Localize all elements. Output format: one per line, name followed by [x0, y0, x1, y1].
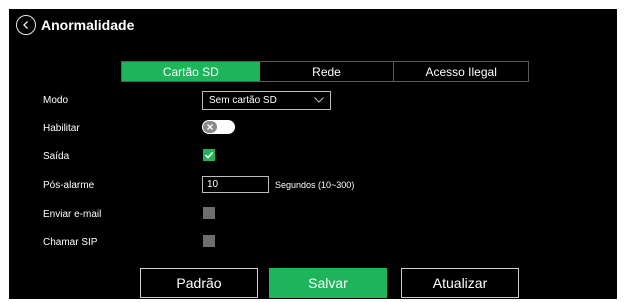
save-button[interactable]: Salvar	[269, 268, 387, 298]
mode-select[interactable]: Sem cartão SD	[202, 91, 331, 110]
chevron-left-icon	[23, 21, 28, 29]
panel-header: Anormalidade	[9, 9, 617, 41]
page-title: Anormalidade	[41, 17, 135, 33]
checkmark-icon	[204, 151, 214, 159]
default-button[interactable]: Padrão	[140, 268, 258, 298]
sip-checkbox[interactable]	[203, 235, 215, 247]
toggle-off-knob	[203, 121, 217, 133]
close-icon	[207, 124, 213, 130]
panel-frame: Anormalidade Cartão SD Rede Acesso Ilega…	[0, 0, 627, 302]
back-button[interactable]	[16, 15, 36, 35]
email-checkbox[interactable]	[203, 207, 215, 219]
post-alarm-label: Pós-alarme	[43, 180, 95, 191]
anormalidade-panel: Anormalidade Cartão SD Rede Acesso Ilega…	[9, 9, 617, 299]
refresh-button[interactable]: Atualizar	[401, 268, 519, 298]
chevron-down-icon	[314, 97, 324, 103]
output-label: Saída	[43, 151, 70, 162]
email-label: Enviar e-mail	[43, 209, 102, 220]
output-checkbox[interactable]	[203, 149, 215, 161]
tab-bar: Cartão SD Rede Acesso Ilegal	[121, 61, 529, 82]
enable-toggle[interactable]	[202, 120, 235, 134]
mode-select-value: Sem cartão SD	[209, 95, 277, 106]
sip-label: Chamar SIP	[43, 237, 98, 248]
tab-cartao-sd[interactable]: Cartão SD	[122, 62, 260, 81]
mode-label: Modo	[43, 95, 69, 106]
tab-acesso-ilegal[interactable]: Acesso Ilegal	[394, 62, 528, 81]
tab-rede[interactable]: Rede	[260, 62, 395, 81]
post-alarm-input[interactable]	[202, 176, 269, 193]
post-alarm-hint: Segundos (10~300)	[275, 180, 355, 190]
enable-label: Habilitar	[43, 123, 80, 134]
